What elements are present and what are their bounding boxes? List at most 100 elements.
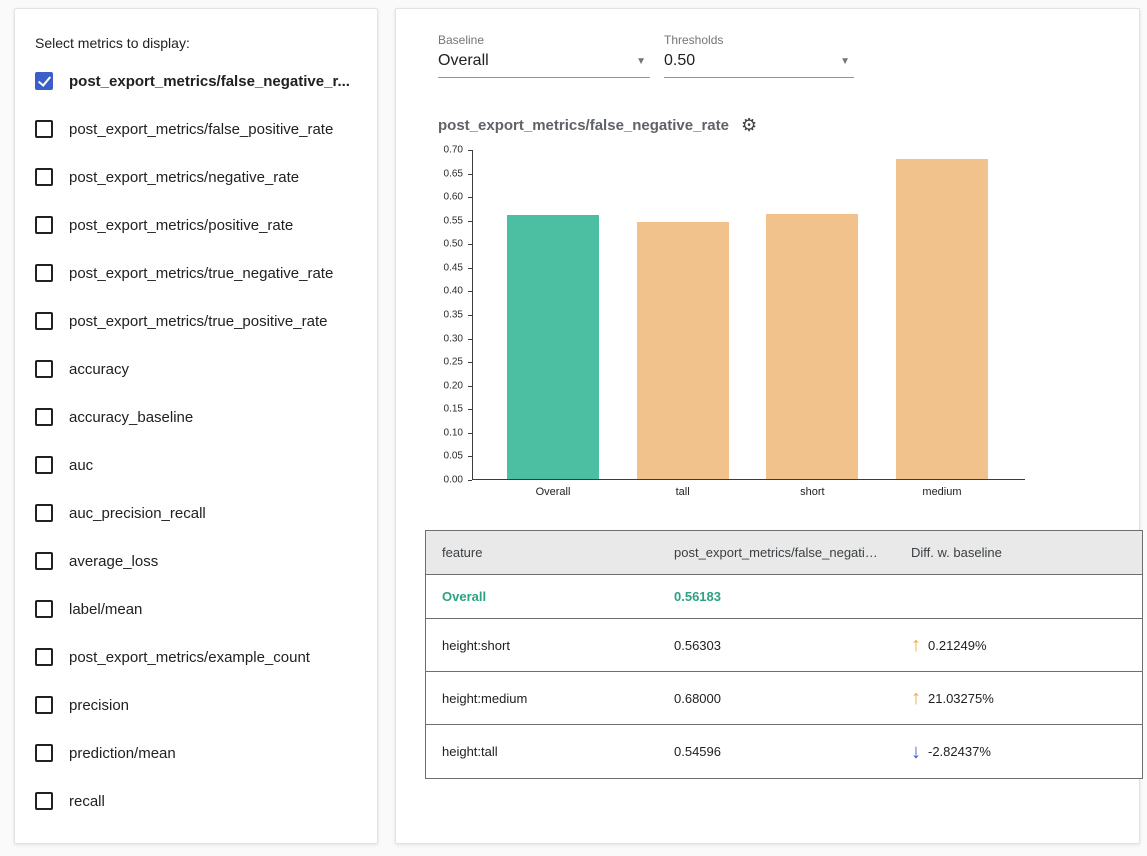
metric-display-panel: Baseline Overall ▼ Thresholds 0.50 ▼ pos… (395, 8, 1140, 844)
diff-cell: ↓ -2.82437% (895, 742, 1142, 762)
checkbox[interactable] (35, 456, 53, 474)
feature-cell: height:medium (426, 691, 658, 706)
diff-cell: ↑ 0.21249% (895, 635, 1142, 655)
y-tick-mark (468, 339, 472, 340)
x-axis-label: medium (896, 486, 988, 498)
y-tick-mark (468, 433, 472, 434)
metric-checkbox-item[interactable]: accuracy (35, 345, 357, 393)
y-tick-label: 0.55 (444, 215, 463, 226)
table-row: height:short 0.56303 ↑ 0.21249% (426, 619, 1142, 672)
chart-bar[interactable] (766, 214, 858, 479)
x-axis-label: Overall (507, 486, 599, 498)
metric-value-cell: 0.56183 (658, 589, 895, 604)
checkbox[interactable] (35, 120, 53, 138)
y-tick-label: 0.25 (444, 357, 463, 368)
up-arrow-icon: ↑ (911, 688, 921, 708)
metric-label: post_export_metrics/true_negative_rate (69, 265, 333, 282)
panel-title: Select metrics to display: (35, 35, 357, 51)
checkbox[interactable] (35, 168, 53, 186)
metric-checkbox-item[interactable]: auc (35, 441, 357, 489)
chart-bar[interactable] (896, 159, 988, 479)
metric-checkbox-item[interactable]: post_export_metrics/example_count (35, 633, 357, 681)
x-axis-label: short (766, 486, 858, 498)
metric-checkbox-item[interactable]: auc_precision_recall (35, 489, 357, 537)
metric-checkbox-item[interactable]: label/mean (35, 585, 357, 633)
checkbox[interactable] (35, 72, 53, 90)
thresholds-label: Thresholds (664, 33, 854, 47)
metric-checkbox-item[interactable]: recall (35, 777, 357, 825)
metric-checkbox-item[interactable]: post_export_metrics/positive_rate (35, 201, 357, 249)
checkbox[interactable] (35, 744, 53, 762)
chart-bar[interactable] (507, 215, 599, 479)
up-arrow-icon: ↑ (911, 635, 921, 655)
chart-bar[interactable] (637, 222, 729, 479)
checkbox[interactable] (35, 600, 53, 618)
thresholds-select[interactable]: 0.50 ▼ (664, 50, 854, 78)
y-tick-label: 0.30 (444, 333, 463, 344)
metric-checkbox-item[interactable]: post_export_metrics/true_negative_rate (35, 249, 357, 297)
y-tick-mark (468, 244, 472, 245)
metric-value-cell: 0.68000 (658, 691, 895, 706)
metric-label: post_export_metrics/false_positive_rate (69, 121, 333, 138)
metric-checkbox-item[interactable]: post_export_metrics/false_negative_r... (35, 57, 357, 105)
settings-gear-icon[interactable]: ⚙ (741, 116, 757, 134)
down-arrow-icon: ↓ (911, 742, 921, 762)
metric-checkbox-item[interactable]: prediction/mean (35, 729, 357, 777)
y-tick-label: 0.15 (444, 404, 463, 415)
checkbox[interactable] (35, 264, 53, 282)
checkbox[interactable] (35, 408, 53, 426)
bar-slot: short (766, 150, 858, 479)
plot-area: Overall tall short medium (472, 150, 1025, 480)
metric-checkbox-item[interactable]: accuracy_baseline (35, 393, 357, 441)
baseline-control: Baseline Overall ▼ (438, 33, 650, 78)
metric-label: recall (69, 793, 105, 810)
y-tick-mark (468, 221, 472, 222)
checkbox[interactable] (35, 504, 53, 522)
checkbox[interactable] (35, 360, 53, 378)
checkbox[interactable] (35, 216, 53, 234)
y-tick-mark (468, 315, 472, 316)
y-tick-mark (468, 480, 472, 481)
metric-label: label/mean (69, 601, 142, 618)
metric-label: accuracy (69, 361, 129, 378)
y-tick-mark (468, 409, 472, 410)
metric-label: accuracy_baseline (69, 409, 193, 426)
y-tick-label: 0.45 (444, 262, 463, 273)
y-tick-mark (468, 456, 472, 457)
metric-label: post_export_metrics/example_count (69, 649, 310, 666)
metric-label: average_loss (69, 553, 158, 570)
y-tick-mark (468, 268, 472, 269)
bar-slot: medium (896, 150, 988, 479)
checkbox[interactable] (35, 312, 53, 330)
table-body: Overall 0.56183 height:short 0.56303 ↑ 0… (426, 575, 1142, 778)
diff-cell: ↑ 21.03275% (895, 688, 1142, 708)
column-header-metric: post_export_metrics/false_negative_rat..… (658, 545, 895, 560)
metric-checkbox-item[interactable]: post_export_metrics/negative_rate (35, 153, 357, 201)
checkbox[interactable] (35, 648, 53, 666)
metric-checkbox-item[interactable]: post_export_metrics/false_positive_rate (35, 105, 357, 153)
y-tick-label: 0.50 (444, 239, 463, 250)
baseline-select[interactable]: Overall ▼ (438, 50, 650, 78)
checkbox[interactable] (35, 552, 53, 570)
y-tick-mark (468, 291, 472, 292)
y-tick-mark (468, 362, 472, 363)
feature-cell: Overall (426, 589, 658, 604)
y-tick-mark (468, 174, 472, 175)
bar-slot: Overall (507, 150, 599, 479)
metric-label: post_export_metrics/positive_rate (69, 217, 293, 234)
table-header-row: feature post_export_metrics/false_negati… (426, 531, 1142, 575)
y-tick-label: 0.70 (444, 145, 463, 156)
dropdown-arrow-icon: ▼ (840, 56, 850, 70)
bar-slot: tall (637, 150, 729, 479)
y-tick-mark (468, 150, 472, 151)
diff-text: 0.21249% (928, 638, 987, 653)
metrics-table: feature post_export_metrics/false_negati… (425, 530, 1143, 779)
metric-checkbox-item[interactable]: average_loss (35, 537, 357, 585)
metric-label: precision (69, 697, 129, 714)
feature-cell: height:short (426, 638, 658, 653)
y-tick-label: 0.60 (444, 192, 463, 203)
metric-checkbox-item[interactable]: post_export_metrics/true_positive_rate (35, 297, 357, 345)
metric-checkbox-item[interactable]: precision (35, 681, 357, 729)
checkbox[interactable] (35, 792, 53, 810)
checkbox[interactable] (35, 696, 53, 714)
